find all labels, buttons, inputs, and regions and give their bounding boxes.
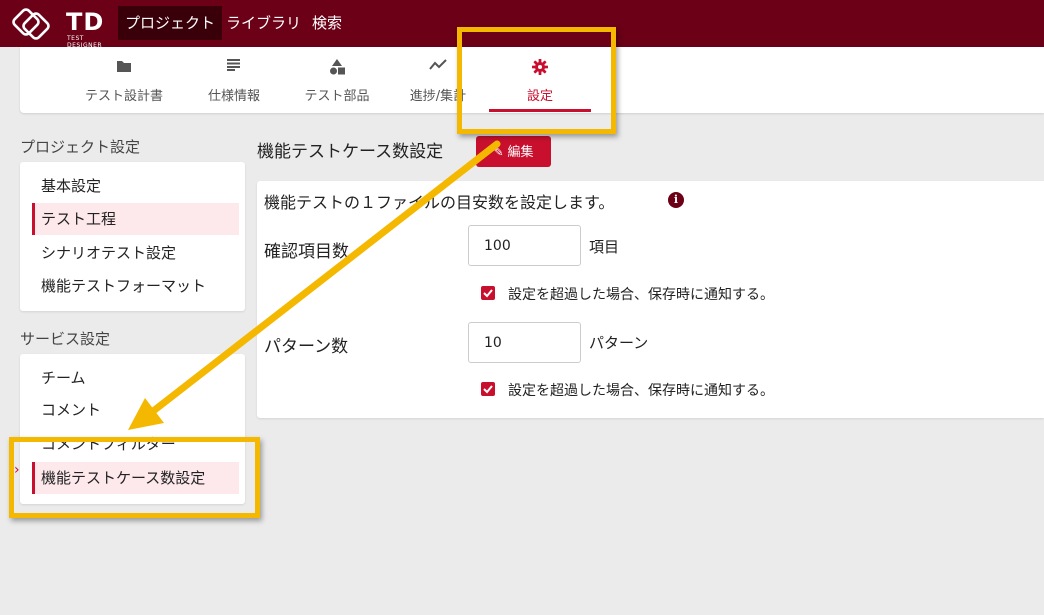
sidebar-item-comment[interactable]: コメント (32, 394, 239, 426)
pattern-count-label: パターン数 (264, 337, 349, 357)
sidebar-item-test-process[interactable]: テスト工程 (32, 203, 239, 235)
logo-mark-icon (12, 8, 50, 40)
sidebar-item-function-test-format[interactable]: 機能テストフォーマット (32, 270, 239, 302)
pattern-count-unit: パターン (589, 334, 649, 352)
project-settings-menu: 基本設定 テスト工程 シナリオテスト設定 機能テストフォーマット (20, 162, 245, 311)
info-icon[interactable]: i (668, 192, 684, 208)
pattern-count-input[interactable] (468, 322, 581, 363)
list-icon (182, 59, 286, 77)
annotation-highlight-settings-tab (457, 27, 616, 134)
sidebar-item-basic-settings[interactable]: 基本設定 (32, 170, 239, 202)
check-items-unit: 項目 (589, 238, 620, 256)
annotation-highlight-sidebar-item (9, 437, 260, 518)
edit-button-label: 編集 (507, 144, 534, 159)
sidebar-item-team[interactable]: チーム (32, 362, 239, 394)
pattern-count-notify-label: 設定を超過した場合、保存時に通知する。 (508, 383, 774, 399)
tab-label: テスト部品 (304, 89, 370, 104)
service-settings-title: サービス設定 (20, 330, 111, 348)
check-items-label: 確認項目数 (264, 242, 349, 262)
check-items-notify-label: 設定を超過した場合、保存時に通知する。 (508, 287, 774, 303)
checkmark-icon (483, 289, 493, 298)
settings-description: 機能テストの１ファイルの目安数を設定します。 (264, 193, 615, 212)
check-items-notify-checkbox[interactable] (481, 286, 495, 300)
shapes-icon (285, 59, 389, 77)
sidebar-item-scenario-test[interactable]: シナリオテスト設定 (32, 237, 239, 269)
nav-project[interactable]: プロジェクト (118, 6, 223, 40)
tab-test-parts[interactable]: テスト部品 (285, 47, 389, 113)
checkmark-icon (483, 385, 493, 394)
tab-label: テスト設計書 (84, 89, 163, 104)
tab-spec-info[interactable]: 仕様情報 (182, 47, 286, 113)
project-settings-title: プロジェクト設定 (20, 138, 141, 156)
nav-library[interactable]: ライブラリ (219, 6, 308, 40)
tab-test-design[interactable]: テスト設計書 (72, 47, 176, 113)
nav-search[interactable]: 検索 (305, 6, 349, 40)
edit-button[interactable]: ✎ 編集 (476, 136, 551, 167)
settings-card: 機能テストの１ファイルの目安数を設定します。 i 確認項目数 項目 設定を超過し… (257, 181, 1044, 418)
check-items-input[interactable] (468, 225, 581, 266)
app-logo[interactable]: TD TEST DESIGNER (10, 6, 106, 49)
folder-icon (72, 59, 176, 77)
tab-label: 仕様情報 (207, 89, 260, 104)
logo-text: TD (66, 8, 105, 36)
page-title: 機能テストケース数設定 (257, 142, 444, 162)
pencil-icon: ✎ (493, 145, 504, 159)
pattern-count-notify-checkbox[interactable] (481, 382, 495, 396)
